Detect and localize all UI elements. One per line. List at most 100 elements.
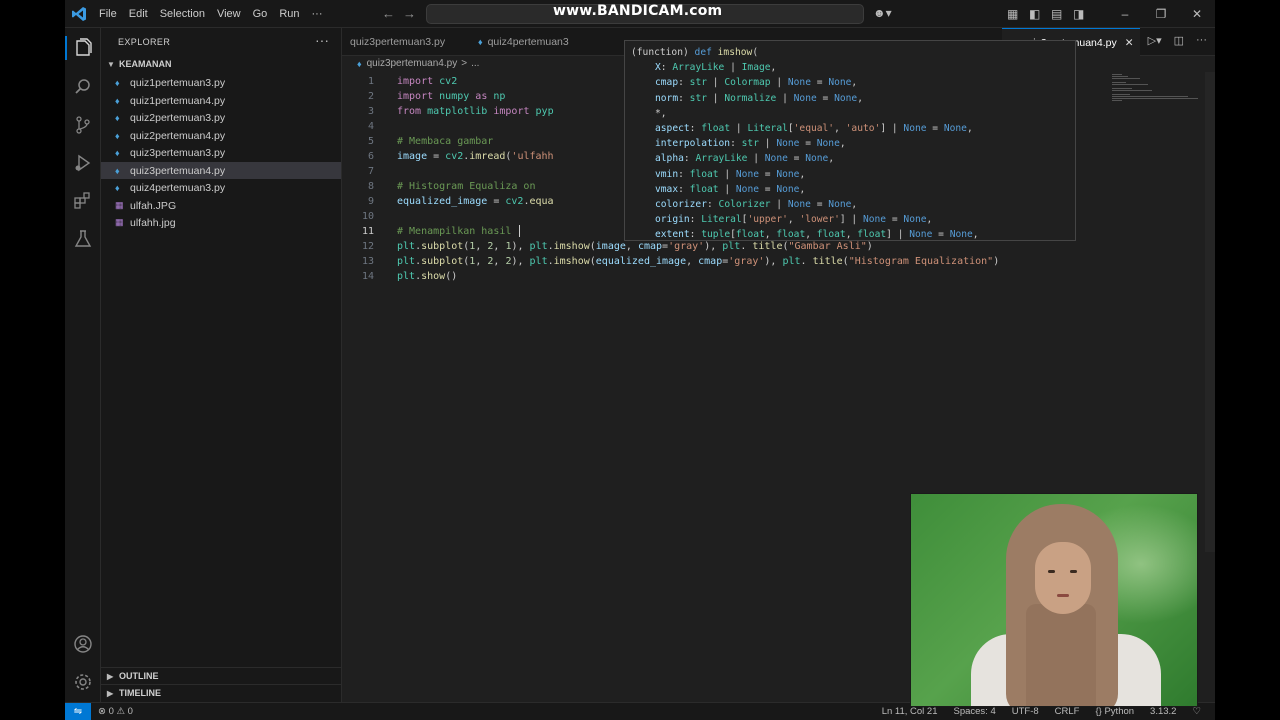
- timeline-header[interactable]: ▶ TIMELINE: [107, 688, 161, 698]
- remote-indicator-icon[interactable]: ⇋: [65, 703, 91, 720]
- line-code: # Menampilkan hasil: [397, 224, 521, 239]
- line-number: 1: [367, 76, 374, 87]
- tab-label: quiz4pertemuan3: [487, 36, 569, 48]
- more-actions-icon[interactable]: ···: [1196, 34, 1207, 47]
- menu-file[interactable]: File: [93, 8, 123, 20]
- file-name: quiz3pertemuan4.py: [130, 164, 226, 177]
- file-name: quiz2pertemuan4.py: [130, 129, 226, 142]
- tooltip-line: X: ArrayLike | Image,: [655, 62, 777, 74]
- copilot-icon[interactable]: ☻▾: [873, 6, 892, 20]
- menu-bar: File Edit Selection View Go Run ···: [93, 0, 329, 28]
- line-code: import cv2: [397, 76, 458, 87]
- outline-section[interactable]: ▶ OUTLINE: [101, 667, 342, 684]
- code-line: 12 plt.subplot(1, 2, 1), plt.imshow(image…: [342, 239, 1202, 254]
- timeline-section[interactable]: ▶ TIMELINE: [101, 684, 342, 701]
- back-arrow-icon[interactable]: ←: [382, 6, 395, 21]
- toggle-secondary-sidebar-icon[interactable]: ◨: [1073, 7, 1107, 21]
- menu-more[interactable]: ···: [306, 8, 329, 20]
- tooltip-line: origin: Literal['upper', 'lower'] | None…: [655, 214, 933, 226]
- recorder-watermark: www.BANDICAM.com: [553, 3, 723, 19]
- menu-go[interactable]: Go: [247, 8, 274, 20]
- tab-quiz3pertemuan3[interactable]: quiz3pertemuan3.py: [350, 28, 482, 56]
- explorer-more-actions[interactable]: ···: [315, 32, 329, 48]
- file-item[interactable]: ♦ quiz1pertemuan3.py: [101, 74, 341, 91]
- search-icon[interactable]: [72, 76, 94, 98]
- toggle-panel-icon[interactable]: ▤: [1051, 7, 1073, 21]
- tab-close-icon[interactable]: ✕: [1125, 37, 1134, 49]
- file-item[interactable]: ♦ quiz2pertemuan3.py: [101, 109, 341, 126]
- tooltip-line: colorizer: Colorizer | None = None,: [655, 198, 858, 210]
- language-mode[interactable]: {} Python: [1095, 706, 1134, 717]
- tooltip-line: *,: [655, 107, 667, 119]
- menu-edit[interactable]: Edit: [123, 8, 154, 20]
- folder-keamanan[interactable]: ▼ KEAMANAN: [107, 59, 172, 69]
- run-debug-icon[interactable]: [72, 152, 94, 174]
- file-item[interactable]: ▦ ulfah.JPG: [101, 197, 341, 214]
- close-window-icon[interactable]: ✕: [1179, 7, 1215, 21]
- maximize-icon[interactable]: ❐: [1143, 7, 1179, 21]
- tooltip-line: vmin: float | None = None,: [655, 168, 806, 180]
- tooltip-line: norm: str | Normalize | None = None,: [655, 92, 863, 104]
- minimize-icon[interactable]: –: [1107, 7, 1143, 21]
- file-item[interactable]: ♦ quiz2pertemuan4.py: [101, 127, 341, 144]
- line-code: plt.subplot(1, 2, 1), plt.imshow(image, …: [397, 241, 873, 252]
- tooltip-line: cmap: str | Colormap | None = None,: [655, 77, 858, 89]
- status-right-items: Ln 11, Col 21 Spaces: 4 UTF-8 CRLF {} Py…: [882, 706, 1201, 717]
- line-code: image = cv2.imread('ulfahh: [397, 151, 554, 162]
- tab-label: quiz3pertemuan3.py: [350, 36, 446, 48]
- window-controls: ▦ ◧ ▤ ◨ – ❐ ✕: [1007, 0, 1215, 28]
- code-line: 14 plt.show(): [342, 269, 1202, 284]
- extensions-icon[interactable]: [72, 190, 94, 212]
- toggle-sidebar-icon[interactable]: ◧: [1029, 7, 1051, 21]
- line-number: 14: [361, 271, 374, 282]
- indentation[interactable]: Spaces: 4: [954, 706, 996, 717]
- outline-header[interactable]: ▶ OUTLINE: [107, 671, 159, 681]
- file-name: quiz1pertemuan3.py: [130, 76, 226, 89]
- forward-arrow-icon[interactable]: →: [403, 6, 416, 21]
- problems-count[interactable]: ⊗ 0 ⚠ 0: [98, 706, 133, 717]
- minimap[interactable]: [1110, 72, 1200, 112]
- menu-selection[interactable]: Selection: [154, 8, 211, 20]
- explorer-title: EXPLORER: [118, 37, 171, 47]
- image-file-icon: ▦: [115, 217, 124, 227]
- file-item[interactable]: ▦ ulfahh.jpg: [101, 214, 341, 231]
- settings-gear-icon[interactable]: [72, 671, 94, 693]
- text-cursor: [519, 225, 521, 237]
- file-encoding[interactable]: UTF-8: [1012, 706, 1039, 717]
- vertical-scrollbar[interactable]: [1205, 72, 1215, 552]
- customize-layout-icon[interactable]: ▦: [1007, 7, 1029, 21]
- line-number: 5: [367, 136, 374, 147]
- file-item[interactable]: ♦ quiz3pertemuan3.py: [101, 144, 341, 161]
- menu-view[interactable]: View: [211, 8, 247, 20]
- account-icon[interactable]: [72, 633, 94, 655]
- split-editor-icon[interactable]: ◫: [1174, 34, 1184, 47]
- python-file-icon: ♦: [115, 112, 120, 123]
- vscode-logo-icon: [72, 7, 86, 21]
- python-file-icon: ♦: [115, 77, 120, 88]
- breadcrumb-file[interactable]: quiz3pertemuan4.py: [367, 58, 458, 69]
- line-ending[interactable]: CRLF: [1055, 706, 1080, 717]
- breadcrumb-separator: >: [461, 58, 468, 69]
- file-item-selected[interactable]: ♦ quiz3pertemuan4.py: [101, 162, 341, 179]
- testing-flask-icon[interactable]: [72, 228, 94, 250]
- code-line: 13 plt.subplot(1, 2, 2), plt.imshow(equal…: [342, 254, 1202, 269]
- tab-quiz4pertemuan3[interactable]: ♦ quiz4pertemuan3: [478, 28, 618, 56]
- python-file-icon: ♦: [115, 130, 120, 141]
- run-file-icon[interactable]: ▷▾: [1148, 34, 1162, 47]
- letterbox-left: [0, 0, 65, 720]
- notifications-bell-icon[interactable]: ♡: [1192, 706, 1201, 717]
- file-item[interactable]: ♦ quiz1pertemuan4.py: [101, 92, 341, 109]
- tooltip-line: interpolation: str | None = None,: [655, 138, 846, 150]
- menu-run[interactable]: Run: [273, 8, 305, 20]
- line-number: 13: [361, 256, 374, 267]
- python-version[interactable]: 3.13.2: [1150, 706, 1176, 717]
- python-file-icon: ♦: [115, 165, 120, 176]
- explorer-files-icon[interactable]: [72, 37, 94, 59]
- breadcrumb-rest[interactable]: ...: [471, 58, 479, 69]
- cursor-position[interactable]: Ln 11, Col 21: [882, 706, 938, 717]
- chevron-right-icon: ▶: [107, 688, 114, 698]
- file-name: quiz4pertemuan3.py: [130, 181, 226, 194]
- line-code: # Histogram Equaliza on: [397, 181, 536, 192]
- source-control-icon[interactable]: [72, 114, 94, 136]
- file-item[interactable]: ♦ quiz4pertemuan3.py: [101, 179, 341, 196]
